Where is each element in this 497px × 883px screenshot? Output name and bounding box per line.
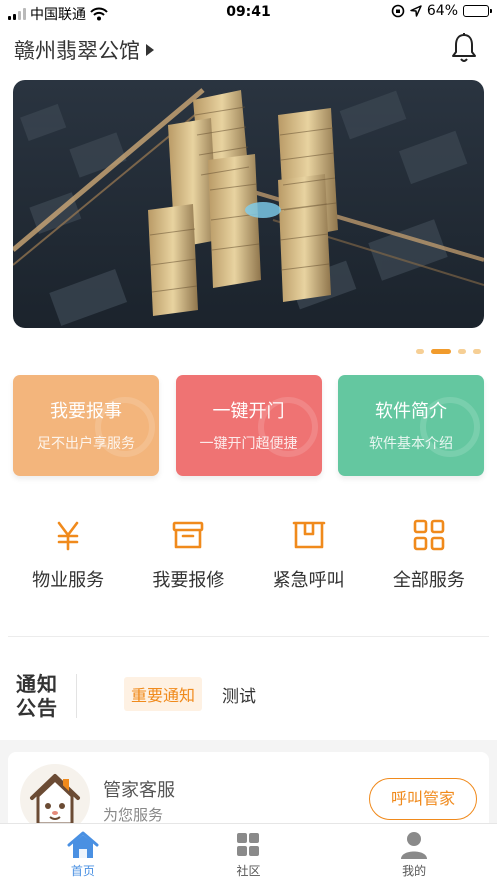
butler-subtitle: 为您服务	[103, 806, 164, 824]
home-icon	[67, 831, 99, 858]
carousel-dot[interactable]	[431, 349, 451, 354]
service-label: 我要报修	[152, 570, 225, 591]
home-screen: 中国联通 09:41 64% 赣州翡翠公馆 我要报事 足不出户享服务 一键开门 …	[0, 0, 497, 883]
banner-carousel[interactable]	[13, 80, 484, 328]
alert-box-icon	[292, 521, 325, 549]
report-issue-card[interactable]: 我要报事 足不出户享服务	[13, 375, 159, 476]
grid-icon	[413, 519, 445, 551]
status-right: 64%	[391, 3, 492, 19]
location-arrow-icon	[410, 5, 422, 17]
service-label: 紧急呼叫	[272, 570, 345, 591]
orientation-lock-icon	[391, 4, 405, 18]
battery-percent: 64%	[426, 3, 458, 19]
bottom-tab-bar: 首页 社区 我的	[0, 823, 497, 883]
carousel-dot[interactable]	[473, 349, 481, 354]
card-subtitle: 一键开门超便捷	[199, 436, 298, 452]
repair-service-item[interactable]: 我要报修	[133, 518, 243, 592]
carousel-indicator	[416, 349, 481, 354]
battery-icon	[463, 5, 492, 17]
community-grid-icon	[237, 833, 260, 856]
tab-community[interactable]: 社区	[188, 824, 308, 883]
caret-right-icon	[146, 44, 154, 56]
location-selector[interactable]: 赣州翡翠公馆	[14, 35, 154, 65]
butler-service-card: 管家客服 为您服务 呼叫管家	[8, 752, 489, 834]
tab-label: 社区	[236, 864, 261, 878]
quick-action-cards: 我要报事 足不出户享服务 一键开门 一键开门超便捷 软件简介 软件基本介绍	[13, 375, 484, 476]
notice-logo: 通知 公告	[16, 672, 58, 720]
notice-tag: 重要通知	[124, 677, 203, 711]
call-butler-button[interactable]: 呼叫管家	[369, 778, 477, 820]
service-grid: 物业服务 我要报修 紧急呼叫 全部服务	[0, 518, 497, 592]
butler-title: 管家客服	[103, 780, 175, 801]
tab-label: 首页	[70, 864, 95, 878]
notice-text[interactable]: 测试	[222, 682, 256, 707]
one-key-door-card[interactable]: 一键开门 一键开门超便捷	[175, 375, 322, 476]
notice-logo-line2: 公告	[16, 696, 58, 720]
notice-logo-line1: 通知	[16, 672, 58, 696]
emergency-call-item[interactable]: 紧急呼叫	[254, 518, 364, 592]
service-label: 物业服务	[32, 570, 105, 591]
tab-mine[interactable]: 我的	[354, 824, 474, 883]
section-divider	[8, 636, 489, 637]
header: 赣州翡翠公馆	[0, 28, 497, 70]
service-label: 全部服务	[392, 570, 465, 591]
notice-bar[interactable]: 通知 公告 重要通知 测试	[0, 660, 497, 740]
all-services-item[interactable]: 全部服务	[374, 518, 484, 592]
location-name: 赣州翡翠公馆	[14, 39, 140, 63]
user-icon	[401, 832, 428, 859]
tab-label: 我的	[402, 864, 427, 878]
bell-icon[interactable]	[449, 32, 479, 64]
property-service-item[interactable]: 物业服务	[13, 518, 123, 592]
notice-separator	[76, 674, 77, 718]
carousel-dot[interactable]	[458, 349, 466, 354]
card-subtitle: 足不出户享服务	[37, 436, 135, 452]
carousel-dot[interactable]	[416, 349, 424, 354]
tab-home[interactable]: 首页	[23, 824, 143, 883]
banner-image	[13, 80, 484, 328]
toolbox-icon	[173, 521, 204, 549]
app-intro-card[interactable]: 软件简介 软件基本介绍	[338, 375, 484, 476]
status-bar: 中国联通 09:41 64%	[0, 0, 497, 26]
yen-icon	[57, 521, 79, 551]
card-subtitle: 软件基本介绍	[369, 436, 453, 452]
